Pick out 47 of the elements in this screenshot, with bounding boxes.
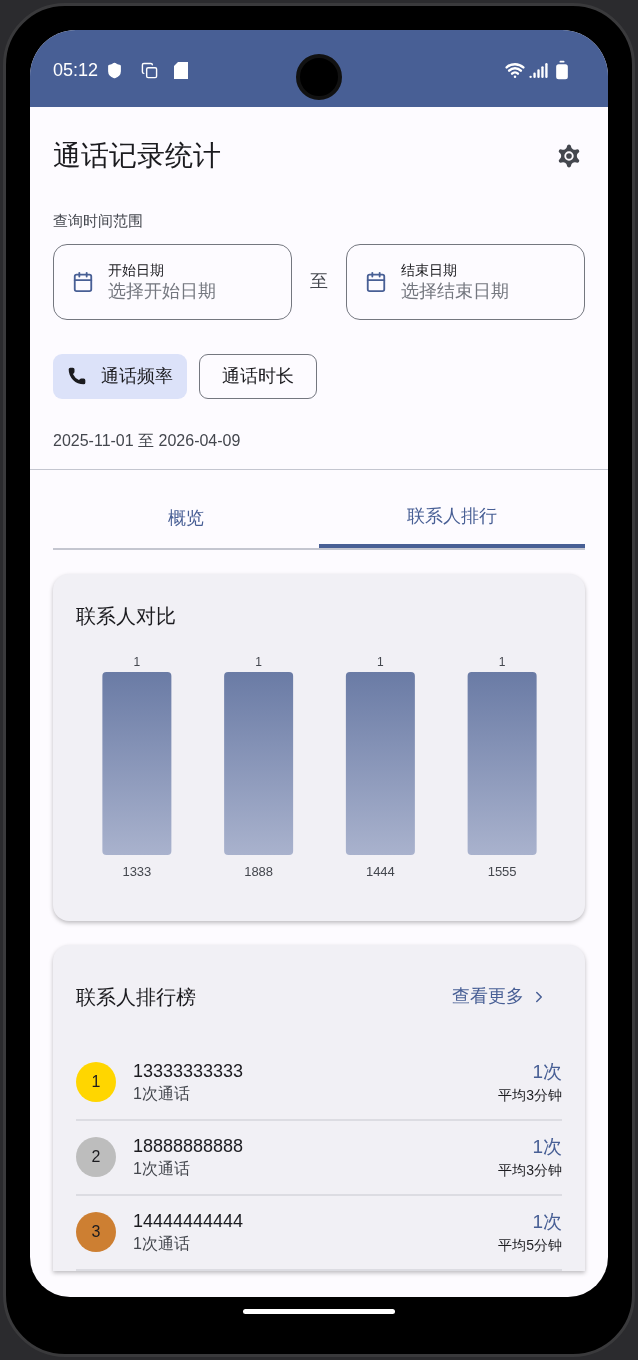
card-title: 联系人对比 xyxy=(76,603,177,629)
value-label: 1 xyxy=(133,654,141,669)
axis-label: 1444 xyxy=(365,863,395,879)
axis-label: 1888 xyxy=(244,863,274,879)
copy-icon xyxy=(141,61,159,79)
card-title: 联系人排行榜 xyxy=(76,984,196,1010)
tab[interactable]: 概览 xyxy=(53,497,319,548)
date-field[interactable]: 结束日期 选择结束日期 xyxy=(346,243,585,320)
phone-icon xyxy=(67,366,87,386)
date-range-text: 2025-11-01 至 2026-04-09 xyxy=(53,430,242,451)
date-field[interactable]: 开始日期 选择开始日期 xyxy=(53,243,292,320)
phone-number: 18888888888 xyxy=(133,1135,245,1158)
average-duration: 平均3分钟 xyxy=(498,1161,562,1180)
wifi-icon xyxy=(505,60,525,80)
calendar-icon xyxy=(72,270,94,293)
value-label: 1 xyxy=(377,654,384,669)
view-more-link[interactable]: 查看更多 xyxy=(452,983,562,1010)
average-duration: 平均3分钟 xyxy=(498,1086,562,1105)
signal-icon xyxy=(529,60,548,80)
axis-label: 1333 xyxy=(122,863,152,879)
calendar-icon xyxy=(365,270,387,293)
tab[interactable]: 联系人排行 xyxy=(319,497,585,548)
call-count-text: 1次通话 xyxy=(133,1234,191,1254)
shield-icon xyxy=(106,61,124,79)
date-input[interactable]: 选择开始日期 xyxy=(108,278,248,303)
value-label: 1 xyxy=(255,654,262,669)
rank-badge: 3 xyxy=(76,1212,116,1252)
sd-card-icon xyxy=(174,61,189,79)
average-duration: 平均5分钟 xyxy=(498,1236,562,1255)
phone-number: 13333333333 xyxy=(133,1060,245,1083)
value-label: 1 xyxy=(498,654,506,669)
phone-number: 14444444444 xyxy=(133,1210,245,1233)
call-count-text: 1次通话 xyxy=(133,1084,191,1104)
call-count-text: 1次通话 xyxy=(133,1159,191,1179)
filter-chip[interactable]: 通话时长 xyxy=(199,353,317,399)
page-title: 通话记录统计 xyxy=(53,139,221,173)
filter-chip[interactable]: 通话频率 xyxy=(53,353,187,399)
call-count: 1次 xyxy=(532,1210,562,1234)
rank-badge: 1 xyxy=(76,1062,116,1102)
call-count: 1次 xyxy=(532,1135,562,1159)
rank-badge: 2 xyxy=(76,1137,116,1177)
call-count: 1次 xyxy=(532,1060,562,1084)
range-separator: 至 xyxy=(310,270,328,293)
section-label: 查询时间范围 xyxy=(53,211,144,231)
axis-label: 1555 xyxy=(487,863,517,879)
date-input[interactable]: 选择结束日期 xyxy=(401,278,541,303)
status-time: 05:12 xyxy=(53,58,99,82)
